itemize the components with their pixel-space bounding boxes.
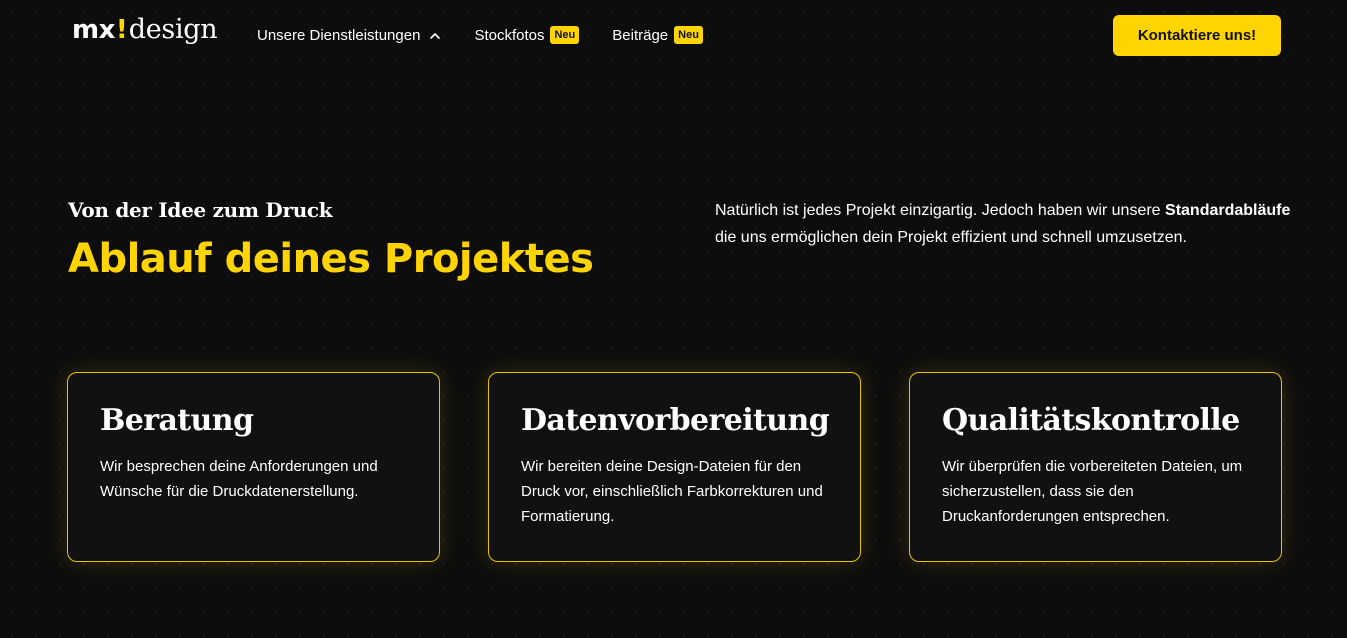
- logo-mx-text: mx: [72, 15, 115, 45]
- card-text: Wir überprüfen die vorbereiteten Dateien…: [942, 458, 1243, 525]
- intro-text-start: Natürlich ist jedes Projekt einzigartig.…: [715, 202, 1166, 219]
- section-headline: Ablauf deines Projektes: [68, 236, 594, 282]
- main-nav: Unsere Dienstleistungen Stockfotos Neu B…: [257, 26, 736, 44]
- nav-item-beitraege[interactable]: Beiträge Neu: [612, 26, 703, 44]
- process-card-datenvorbereitung: Datenvorbereitung Wir bereiten deine Des…: [488, 372, 861, 562]
- intro-text-end: die uns ermöglichen dein Projekt effizie…: [715, 229, 1187, 246]
- card-title: Beratung: [100, 403, 254, 438]
- process-card-beratung: Beratung Wir besprechen deine Anforderun…: [67, 372, 440, 562]
- section-eyebrow: Von der Idee zum Druck: [68, 198, 333, 222]
- card-text: Wir bereiten deine Design-Dateien für de…: [521, 458, 823, 525]
- new-badge: Neu: [674, 26, 703, 44]
- chevron-up-icon: [429, 29, 441, 41]
- contact-button[interactable]: Kontaktiere uns!: [1113, 15, 1281, 56]
- nav-item-label: Stockfotos: [474, 26, 545, 44]
- card-text: Wir besprechen deine Anforderungen und W…: [100, 458, 378, 500]
- nav-item-label: Beiträge: [612, 26, 669, 44]
- nav-item-services[interactable]: Unsere Dienstleistungen: [257, 27, 441, 44]
- logo-design-text: design: [128, 14, 218, 45]
- intro-paragraph: Natürlich ist jedes Projekt einzigartig.…: [715, 197, 1295, 251]
- logo-exclamation: !: [115, 15, 128, 45]
- nav-item-label: Unsere Dienstleistungen: [257, 26, 421, 44]
- intro-text-bold: Standardabläufe: [1165, 202, 1291, 219]
- site-header: mx ! design Unsere Dienstleistungen Stoc…: [0, 0, 1347, 74]
- nav-item-stockfotos[interactable]: Stockfotos Neu: [474, 26, 580, 44]
- logo[interactable]: mx ! design: [72, 14, 218, 45]
- card-title: Datenvorbereitung: [521, 403, 830, 438]
- new-badge: Neu: [550, 26, 580, 44]
- card-title: Qualitätskontrolle: [942, 403, 1240, 438]
- process-card-qualitaetskontrolle: Qualitätskontrolle Wir überprüfen die vo…: [909, 372, 1282, 562]
